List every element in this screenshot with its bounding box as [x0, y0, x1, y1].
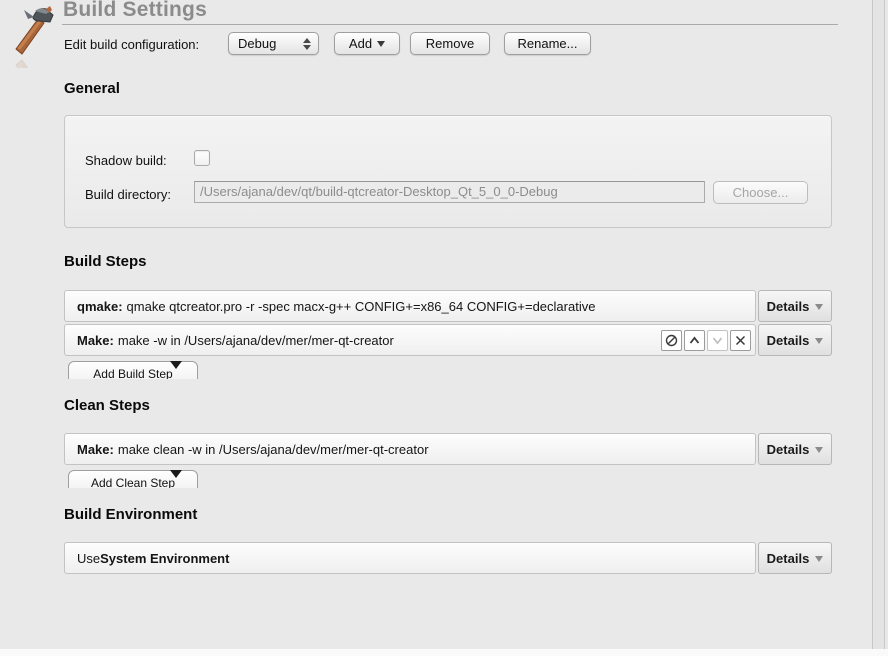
add-clean-step-button[interactable]: Add Clean Step [68, 470, 198, 488]
step-command: qmake qtcreator.pro -r -spec macx-g++ CO… [127, 299, 596, 314]
environment-details-button[interactable]: Details [758, 542, 832, 574]
edit-build-configuration-label: Edit build configuration: [64, 37, 199, 52]
build-environment-row[interactable]: Use System Environment [64, 542, 756, 574]
caret-down-icon [815, 447, 823, 453]
qmake-details-button[interactable]: Details [758, 290, 832, 322]
choose-button[interactable]: Choose... [713, 181, 808, 204]
build-configuration-select[interactable]: Debug [228, 32, 319, 55]
build-configuration-value: Debug [238, 36, 276, 51]
build-settings-page: Build Settings Edit build configuration:… [0, 0, 888, 656]
rename-button[interactable]: Rename... [504, 32, 591, 55]
move-step-down-button[interactable] [707, 330, 728, 351]
disable-step-button[interactable] [661, 330, 682, 351]
x-icon [734, 334, 747, 347]
env-row-bold: System Environment [100, 551, 229, 566]
clean-steps-heading: Clean Steps [64, 397, 150, 414]
general-heading: General [64, 80, 120, 97]
hammer-icon [5, 2, 55, 68]
shadow-build-label: Shadow build: [85, 153, 167, 168]
caret-down-icon [815, 556, 823, 562]
details-label: Details [767, 299, 810, 314]
add-button[interactable]: Add [334, 32, 400, 55]
build-directory-input[interactable]: /Users/ajana/dev/qt/build-qtcreator-Desk… [194, 181, 705, 203]
build-steps-heading: Build Steps [64, 253, 147, 270]
caret-down-icon [815, 304, 823, 310]
vertical-scrollbar[interactable] [872, 0, 885, 656]
step-name: Make: [77, 442, 114, 457]
build-step-row-qmake[interactable]: qmake: qmake qtcreator.pro -r -spec macx… [64, 290, 756, 322]
chevron-up-icon [688, 334, 701, 347]
add-build-step-clip: Add Build Step [68, 361, 200, 379]
details-label: Details [767, 442, 810, 457]
shadow-build-checkbox[interactable] [194, 150, 210, 166]
clean-step-row-make[interactable]: Make: make clean -w in /Users/ajana/dev/… [64, 433, 756, 465]
add-button-label: Add [349, 36, 372, 51]
caret-down-icon [170, 361, 182, 369]
title-divider [62, 24, 838, 25]
page-title: Build Settings [63, 0, 207, 22]
build-step-row-make[interactable]: Make: make -w in /Users/ajana/dev/mer/me… [64, 324, 756, 356]
add-build-step-button[interactable]: Add Build Step [68, 361, 198, 379]
build-directory-label: Build directory: [85, 187, 171, 202]
move-step-up-button[interactable] [684, 330, 705, 351]
caret-down-icon [170, 470, 182, 478]
clean-make-details-button[interactable]: Details [758, 433, 832, 465]
general-panel [64, 115, 832, 228]
bottom-strip [0, 649, 888, 656]
build-environment-heading: Build Environment [64, 506, 197, 523]
add-clean-step-label: Add Clean Step [91, 476, 175, 488]
add-clean-step-clip: Add Clean Step [68, 470, 200, 488]
remove-step-button[interactable] [730, 330, 751, 351]
caret-down-icon [815, 338, 823, 344]
step-tools [661, 330, 751, 351]
caret-down-icon [377, 41, 385, 47]
step-command: make -w in /Users/ajana/dev/mer/mer-qt-c… [118, 333, 394, 348]
add-build-step-label: Add Build Step [93, 367, 172, 379]
make-details-button[interactable]: Details [758, 324, 832, 356]
circle-slash-icon [665, 334, 678, 347]
step-name: Make: [77, 333, 114, 348]
step-command: make clean -w in /Users/ajana/dev/mer/me… [118, 442, 429, 457]
stepper-icon [303, 38, 311, 50]
chevron-down-icon [711, 334, 724, 347]
env-row-prefix: Use [77, 551, 100, 566]
details-label: Details [767, 551, 810, 566]
step-name: qmake: [77, 299, 123, 314]
remove-button[interactable]: Remove [410, 32, 490, 55]
details-label: Details [767, 333, 810, 348]
